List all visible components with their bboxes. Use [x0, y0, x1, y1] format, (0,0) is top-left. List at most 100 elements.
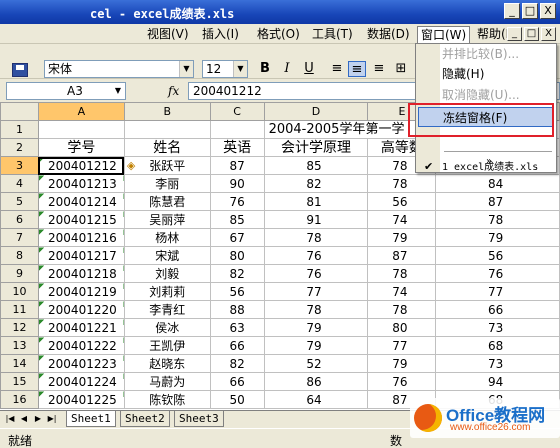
id-cell[interactable]: 200401218 — [37, 264, 125, 283]
score-cell[interactable]: 78 — [367, 174, 437, 193]
menu-window[interactable]: 窗口(W) — [417, 26, 471, 43]
row-header[interactable]: 13 — [0, 336, 39, 355]
maximize-button[interactable]: □ — [522, 3, 538, 19]
score-cell[interactable]: 66 — [209, 336, 265, 355]
menu-data[interactable]: 数据(D) — [364, 26, 413, 43]
row-header[interactable]: 11 — [0, 300, 39, 319]
id-cell[interactable]: 200401225 — [37, 390, 125, 409]
score-cell[interactable]: 63 — [209, 318, 265, 337]
score-cell[interactable]: 79 — [435, 228, 560, 247]
score-cell[interactable]: 91 — [263, 210, 369, 229]
score-cell[interactable]: 78 — [367, 300, 437, 319]
score-cell[interactable]: 82 — [263, 174, 369, 193]
next-sheet-icon[interactable]: ▶ — [32, 413, 44, 425]
score-cell[interactable]: 66 — [209, 372, 265, 391]
score-cell[interactable]: 74 — [367, 210, 437, 229]
menu-item-freeze-panes[interactable]: 冻结窗格(F) — [418, 107, 554, 127]
id-cell[interactable]: 200401221 — [37, 318, 125, 337]
score-cell[interactable]: 87 — [367, 246, 437, 265]
save-icon[interactable] — [12, 63, 28, 77]
menu-format[interactable]: 格式(O) — [254, 26, 303, 43]
row-header[interactable]: 15 — [0, 372, 39, 391]
header-cell[interactable]: 学号 — [37, 138, 125, 157]
score-cell[interactable]: 64 — [263, 390, 369, 409]
score-cell[interactable]: 82 — [209, 354, 265, 373]
name-cell[interactable]: 陈钦陈 — [123, 390, 211, 409]
row-header[interactable]: 5 — [0, 192, 39, 211]
score-cell[interactable]: 79 — [367, 228, 437, 247]
cell[interactable] — [37, 120, 125, 139]
name-cell[interactable]: 张跃平 ◈ — [123, 156, 211, 175]
score-cell[interactable]: 80 — [209, 246, 265, 265]
id-cell[interactable]: 200401216 — [37, 228, 125, 247]
name-cell[interactable]: 吴丽萍 — [123, 210, 211, 229]
sheet-tab[interactable]: Sheet2 — [120, 411, 170, 427]
score-cell[interactable]: 73 — [435, 318, 560, 337]
id-cell[interactable]: 200401219 — [37, 282, 125, 301]
align-right-icon[interactable]: ≡ — [370, 61, 388, 77]
score-cell[interactable]: 52 — [263, 354, 369, 373]
score-cell[interactable]: 66 — [435, 300, 560, 319]
score-cell[interactable]: 81 — [263, 192, 369, 211]
minimize-button[interactable]: _ — [504, 3, 520, 19]
menu-view[interactable]: 视图(V) — [144, 26, 192, 43]
score-cell[interactable]: 78 — [367, 264, 437, 283]
name-box[interactable]: A3 ▼ — [6, 82, 126, 100]
cell[interactable] — [209, 120, 265, 139]
name-cell[interactable]: 王凯伊 — [123, 336, 211, 355]
row-header[interactable]: 14 — [0, 354, 39, 373]
row-header[interactable]: 8 — [0, 246, 39, 265]
score-cell[interactable]: 84 — [435, 174, 560, 193]
score-cell[interactable]: 56 — [209, 282, 265, 301]
row-header[interactable]: 4 — [0, 174, 39, 193]
sheet-tab[interactable]: Sheet3 — [174, 411, 224, 427]
chevron-down-icon[interactable]: ▼ — [111, 83, 125, 99]
expand-menu-icon[interactable]: » — [486, 156, 492, 167]
score-cell[interactable]: 80 — [367, 318, 437, 337]
score-cell[interactable]: 82 — [209, 264, 265, 283]
column-header[interactable]: A — [37, 102, 125, 121]
header-cell[interactable]: 会计学原理 — [263, 138, 369, 157]
doc-restore-button[interactable]: □ — [524, 27, 539, 41]
score-cell[interactable]: 74 — [367, 282, 437, 301]
close-button[interactable]: X — [540, 3, 556, 19]
score-cell[interactable]: 79 — [263, 318, 369, 337]
doc-minimize-button[interactable]: _ — [507, 27, 522, 41]
score-cell[interactable]: 56 — [435, 246, 560, 265]
score-cell[interactable]: 68 — [435, 336, 560, 355]
score-cell[interactable]: 67 — [209, 228, 265, 247]
column-header[interactable]: C — [209, 102, 265, 121]
score-cell[interactable]: 77 — [263, 282, 369, 301]
id-cell[interactable]: 200401217 — [37, 246, 125, 265]
column-header[interactable]: D — [263, 102, 369, 121]
id-cell[interactable]: 200401222 — [37, 336, 125, 355]
row-header[interactable]: 3 — [0, 156, 39, 175]
score-cell[interactable]: 76 — [209, 192, 265, 211]
score-cell[interactable]: 76 — [263, 246, 369, 265]
name-cell[interactable]: 赵晓东 — [123, 354, 211, 373]
score-cell[interactable]: 87 — [209, 156, 265, 175]
score-cell[interactable]: 94 — [435, 372, 560, 391]
sheet-tab[interactable]: Sheet1 — [66, 411, 116, 427]
cell[interactable] — [123, 120, 211, 139]
name-cell[interactable]: 李青红 — [123, 300, 211, 319]
header-cell[interactable]: 英语 — [209, 138, 265, 157]
name-cell[interactable]: 杨林 — [123, 228, 211, 247]
row-header[interactable]: 6 — [0, 210, 39, 229]
score-cell[interactable]: 85 — [263, 156, 369, 175]
id-cell[interactable]: 200401213 — [37, 174, 125, 193]
chevron-down-icon[interactable]: ▼ — [233, 61, 247, 77]
score-cell[interactable]: 76 — [435, 264, 560, 283]
italic-icon[interactable]: I — [278, 61, 296, 77]
score-cell[interactable]: 76 — [367, 372, 437, 391]
id-cell[interactable]: 200401220 — [37, 300, 125, 319]
last-sheet-icon[interactable]: ▶| — [46, 413, 58, 425]
id-cell[interactable]: 200401215 — [37, 210, 125, 229]
name-cell[interactable]: 侯冰 — [123, 318, 211, 337]
id-cell[interactable]: 200401212 — [37, 156, 125, 175]
warning-icon[interactable]: ◈ — [127, 158, 135, 174]
name-cell[interactable]: 马蔚为 — [123, 372, 211, 391]
score-cell[interactable]: 50 — [209, 390, 265, 409]
score-cell[interactable]: 85 — [209, 210, 265, 229]
score-cell[interactable]: 77 — [367, 336, 437, 355]
